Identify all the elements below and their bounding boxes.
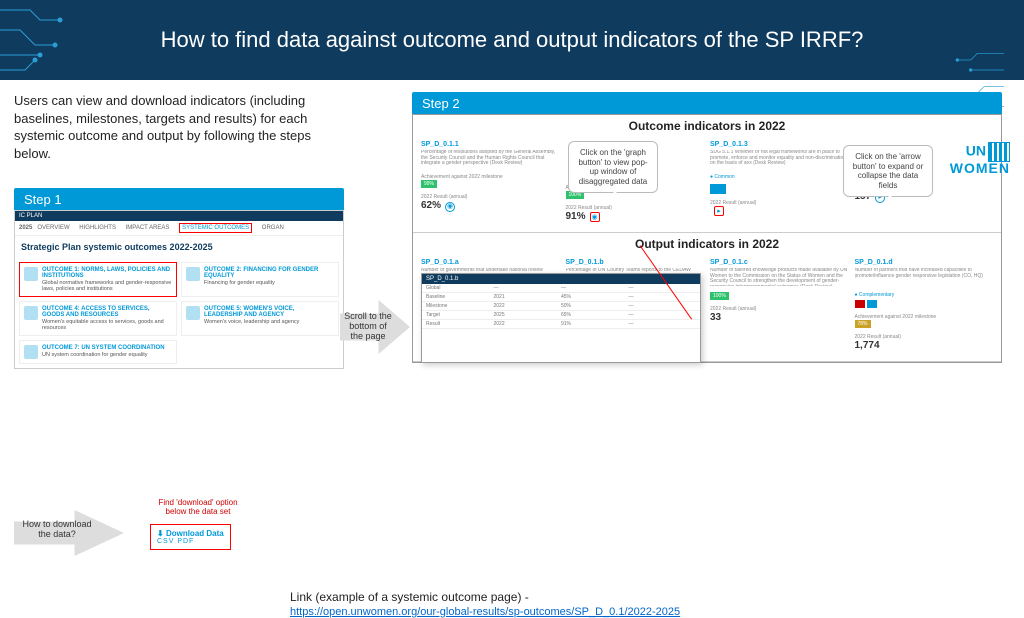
step2-screenshot: Outcome indicators in 2022 Click on the …	[412, 114, 1002, 363]
slide-title: How to find data against outcome and out…	[161, 26, 864, 55]
step2-label: Step 2	[412, 92, 1002, 115]
outcome-card-2[interactable]: OUTCOME 2: FINANCING FOR GENDER EQUALITY…	[181, 262, 339, 297]
outcome-card: SP_D_0.1.3 SDG 5.1.1 Whether or not lega…	[710, 141, 849, 222]
s1-heading: Strategic Plan systemic outcomes 2022-20…	[15, 236, 343, 258]
outcome-card-1[interactable]: OUTCOME 1: NORMS, LAWS, POLICIES AND INS…	[19, 262, 177, 297]
outcome-card-5[interactable]: OUTCOME 5: WOMEN'S VOICE, LEADERSHIP AND…	[181, 301, 339, 336]
un-women-logo: UN WOMEN	[950, 142, 1010, 175]
step1-screenshot: IC PLAN 2025 OVERVIEW HIGHLIGHTS IMPACT …	[14, 210, 344, 369]
howto-download-arrow: How to download the data?	[14, 510, 134, 560]
nav-systemic-outcomes[interactable]: SYSTEMIC OUTCOMES	[179, 223, 252, 233]
download-data-box[interactable]: ⬇ Download Data CSV PDF	[150, 524, 231, 550]
slide-header: How to find data against outcome and out…	[0, 0, 1024, 80]
output-card: SP_D_0.1.c Number of tailored knowledge …	[710, 259, 849, 351]
example-link[interactable]: https://open.unwomen.org/our-global-resu…	[290, 606, 680, 618]
un-women-logo-icon	[988, 142, 1010, 162]
disaggregated-data-popup: SP_D_0.1.b Global——— Baseline202145%— Mi…	[421, 273, 701, 363]
graph-button-highlighted[interactable]: ◉	[590, 212, 600, 222]
outcome-indicators-title: Outcome indicators in 2022	[413, 115, 1001, 137]
outcome-card: SP_D_0.1.1 Percentage of resolutions ado…	[421, 141, 560, 222]
callout-arrow-button: Click on the 'arrow button' to expand or…	[843, 145, 933, 197]
s1-nav: 2025 OVERVIEW HIGHLIGHTS IMPACT AREAS SY…	[15, 221, 343, 236]
outcome-card-7[interactable]: OUTCOME 7: UN SYSTEM COORDINATIONUN syst…	[19, 340, 177, 364]
step1-label: Step 1	[14, 188, 344, 211]
outcome-card-4[interactable]: OUTCOME 4: ACCESS TO SERVICES, GOODS AND…	[19, 301, 177, 336]
find-download-note: Find 'download' option below the data se…	[148, 498, 248, 516]
intro-paragraph: Users can view and download indicators (…	[14, 92, 334, 162]
arrow-button-highlighted[interactable]: ▸	[714, 206, 724, 216]
circuit-decoration-left	[0, 0, 120, 80]
scroll-arrow: Scroll to the bottom of the page	[340, 300, 420, 360]
s1-topbar-left: IC PLAN	[19, 213, 42, 219]
output-indicators-title: Output indicators in 2022	[413, 233, 1001, 255]
callout-graph-button: Click on the 'graph button' to view pop-…	[568, 141, 658, 193]
graph-button-icon[interactable]: ◉	[445, 202, 455, 212]
example-link-line: Link (example of a systemic outcome page…	[290, 590, 680, 618]
output-card: SP_D_0.1.d Number of partners that have …	[855, 259, 994, 351]
